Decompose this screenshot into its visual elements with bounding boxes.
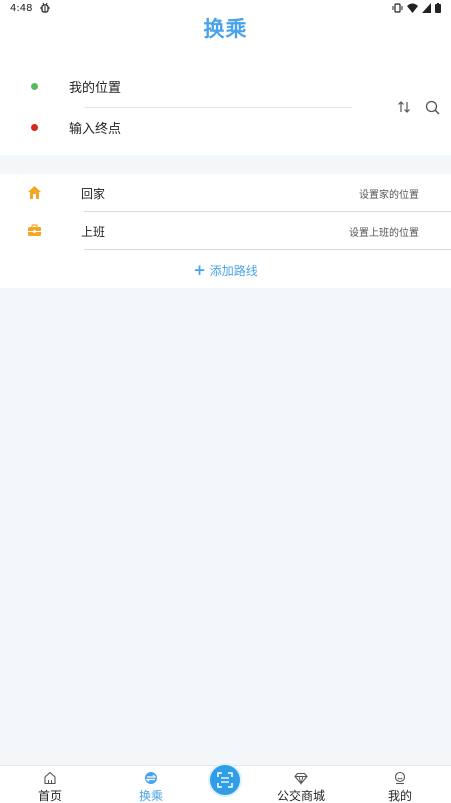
tab-transfer[interactable]: 换乘 bbox=[111, 766, 191, 803]
add-route-button[interactable]: + 添加路线 bbox=[0, 260, 451, 280]
destination-row[interactable]: 输入终点 bbox=[0, 107, 360, 147]
plus-icon: + bbox=[193, 260, 206, 279]
destination-dot bbox=[31, 123, 38, 131]
wifi-icon bbox=[407, 3, 418, 13]
user-icon bbox=[394, 771, 406, 785]
diamond-icon bbox=[294, 772, 308, 785]
scan-button[interactable] bbox=[210, 765, 240, 795]
vibrate-icon bbox=[392, 3, 403, 13]
shortcut-work-label: 上班 bbox=[81, 225, 106, 239]
tab-mall-label: 公交商城 bbox=[276, 789, 325, 803]
tab-profile-label: 我的 bbox=[387, 789, 412, 803]
scan-icon bbox=[217, 772, 233, 788]
tab-mall[interactable]: 公交商城 bbox=[261, 766, 341, 803]
status-time: 4:48 bbox=[10, 3, 33, 14]
transfer-icon bbox=[145, 772, 157, 784]
debug-bug-icon bbox=[40, 2, 50, 13]
shortcut-list: 回家 设置家的位置 上班 设置上班的位置 + 添加路线 bbox=[0, 174, 451, 288]
home-outline-icon bbox=[44, 771, 56, 785]
signal-icon bbox=[422, 3, 431, 13]
page-title: 换乘 bbox=[203, 17, 248, 41]
status-bar: 4:48 bbox=[0, 0, 451, 18]
shortcut-home-row[interactable]: 回家 设置家的位置 bbox=[0, 174, 451, 212]
origin-row[interactable]: 我的位置 bbox=[0, 66, 360, 106]
shortcut-divider bbox=[84, 249, 451, 250]
swap-icon[interactable] bbox=[397, 100, 411, 114]
status-icons bbox=[392, 3, 441, 13]
add-route-label: 添加路线 bbox=[209, 263, 258, 278]
battery-icon bbox=[435, 3, 441, 13]
search-icon[interactable] bbox=[425, 100, 440, 115]
home-icon bbox=[28, 186, 41, 199]
destination-field[interactable]: 输入终点 bbox=[69, 118, 121, 137]
shortcut-home-hint[interactable]: 设置家的位置 bbox=[359, 186, 419, 201]
tab-home-label: 首页 bbox=[37, 789, 62, 803]
briefcase-icon bbox=[28, 224, 41, 236]
route-panel: 换乘 我的位置 输入终点 bbox=[0, 18, 451, 155]
tab-profile[interactable]: 我的 bbox=[360, 766, 440, 803]
tab-transfer-label: 换乘 bbox=[138, 789, 163, 803]
shortcut-work-row[interactable]: 上班 设置上班的位置 bbox=[0, 212, 451, 250]
shortcut-home-label: 回家 bbox=[81, 187, 106, 201]
shortcut-work-hint[interactable]: 设置上班的位置 bbox=[349, 224, 419, 239]
tab-home[interactable]: 首页 bbox=[10, 766, 90, 803]
origin-dot bbox=[31, 82, 38, 90]
origin-field[interactable]: 我的位置 bbox=[69, 77, 121, 96]
